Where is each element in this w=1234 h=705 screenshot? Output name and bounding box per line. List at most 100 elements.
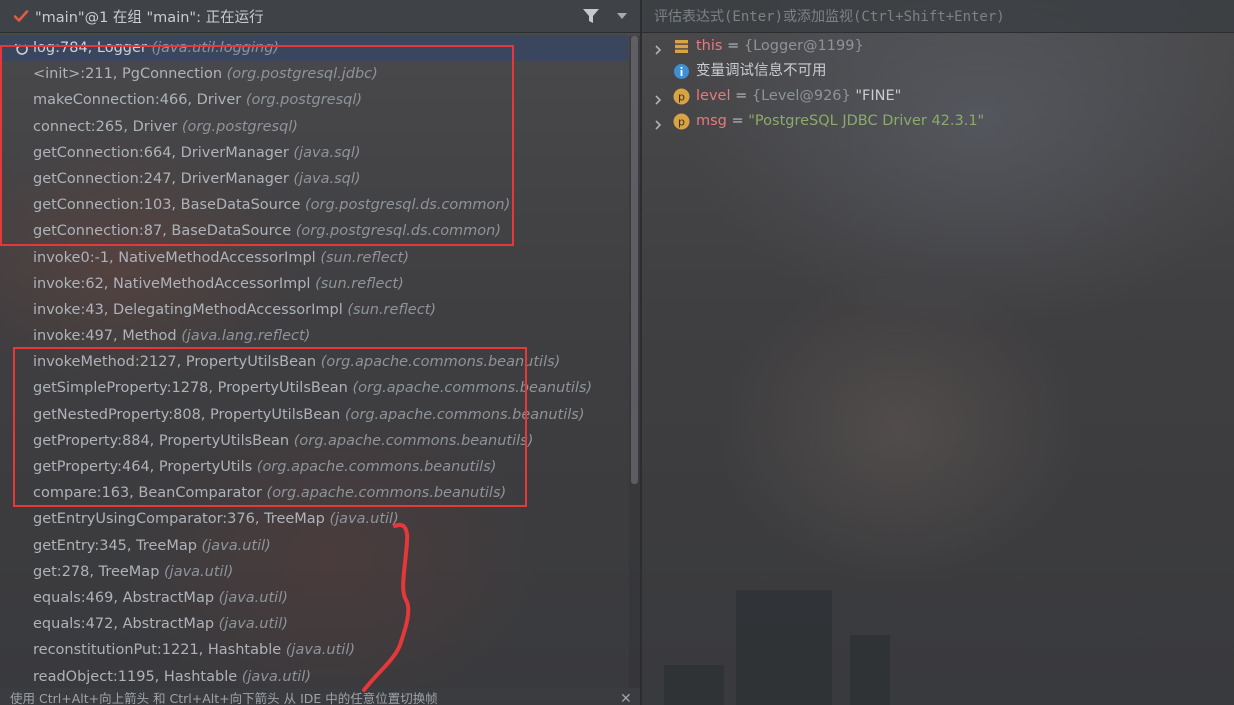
frame-method: getConnection:664, DriverManager (33, 144, 289, 161)
frame-row[interactable]: getEntryUsingComparator:376, TreeMap (ja… (0, 506, 628, 532)
frame-package: (org.apache.commons.beanutils) (266, 485, 507, 502)
frame-method: <init>:211, PgConnection (33, 66, 223, 83)
variable-name: msg (696, 113, 727, 129)
frame-package: (java.util.logging) (151, 40, 280, 56)
frame-row[interactable]: getConnection:664, DriverManager (java.s… (0, 140, 628, 166)
frame-row-current[interactable]: log:784, Logger (java.util.logging) (0, 35, 628, 62)
field-icon (673, 38, 690, 55)
variable-info-row: 变量调试信息不可用 (642, 59, 1234, 84)
frame-row[interactable]: readObject:1195, Hashtable (java.util) (0, 664, 628, 690)
parameter-icon: p (673, 113, 690, 130)
variable-name: level (696, 88, 731, 104)
frame-package: (org.apache.commons.beanutils) (293, 432, 534, 449)
frame-row[interactable]: getSimpleProperty:1278, PropertyUtilsBea… (0, 375, 628, 401)
frame-method: equals:469, AbstractMap (33, 589, 215, 606)
frame-package: (org.apache.commons.beanutils) (344, 406, 585, 423)
frame-package: (java.lang.reflect) (181, 328, 311, 345)
frame-method: reconstitutionPut:1221, Hashtable (33, 642, 282, 659)
frame-package: (org.postgresql.ds.common) (304, 197, 511, 214)
frame-method: readObject:1195, Hashtable (33, 668, 238, 685)
frame-package: (sun.reflect) (320, 249, 409, 266)
frame-row[interactable]: invokeMethod:2127, PropertyUtilsBean (or… (0, 349, 628, 375)
frame-row[interactable]: getProperty:884, PropertyUtilsBean (org.… (0, 428, 628, 454)
scrollbar-thumb[interactable] (631, 36, 638, 484)
frame-method: getConnection:247, DriverManager (33, 170, 289, 187)
frame-row[interactable]: equals:472, AbstractMap (java.util) (0, 611, 628, 637)
frame-row[interactable]: invoke0:-1, NativeMethodAccessorImpl (su… (0, 245, 628, 271)
variable-string-value: "PostgreSQL JDBC Driver 42.3.1" (748, 113, 985, 129)
info-icon (673, 63, 690, 80)
frame-method: invoke:62, NativeMethodAccessorImpl (33, 275, 311, 292)
frame-method: getProperty:884, PropertyUtilsBean (33, 432, 290, 449)
frame-row[interactable]: getEntry:345, TreeMap (java.util) (0, 533, 628, 559)
variable-row-this[interactable]: this = {Logger@1199} (642, 34, 1234, 59)
frame-row[interactable]: getConnection:103, BaseDataSource (org.p… (0, 192, 628, 218)
frame-package: (org.apache.commons.beanutils) (320, 354, 561, 371)
frame-package: (org.apache.commons.beanutils) (256, 459, 497, 475)
frame-method: getNestedProperty:808, PropertyUtilsBean (33, 406, 341, 423)
close-icon[interactable]: ✕ (620, 688, 632, 705)
frame-row[interactable]: invoke:43, DelegatingMethodAccessorImpl … (0, 297, 628, 323)
frame-row[interactable]: reconstitutionPut:1221, Hashtable (java.… (0, 637, 628, 663)
frame-switch-hint: 使用 Ctrl+Alt+向上箭头 和 Ctrl+Alt+向下箭头 从 IDE 中… (0, 688, 640, 705)
frame-row[interactable]: getConnection:87, BaseDataSource (org.po… (0, 218, 628, 244)
frame-row[interactable]: get:278, TreeMap (java.util) (0, 559, 628, 585)
check-icon (9, 4, 33, 28)
filter-icon[interactable] (580, 6, 602, 26)
frame-method: getEntryUsingComparator:376, TreeMap (33, 511, 325, 528)
variable-row-level[interactable]: p level = {Level@926} "FINE" (642, 84, 1234, 109)
frame-package: (sun.reflect) (315, 275, 404, 292)
variable-row-msg[interactable]: p msg = "PostgreSQL JDBC Driver 42.3.1" (642, 109, 1234, 134)
frame-row[interactable]: equals:469, AbstractMap (java.util) (0, 585, 628, 611)
frame-method: log:784, Logger (33, 40, 147, 56)
frame-package: (java.util) (285, 642, 356, 659)
frame-row[interactable]: makeConnection:466, Driver (org.postgres… (0, 87, 628, 113)
frame-row[interactable]: invoke:497, Method (java.lang.reflect) (0, 323, 628, 349)
frame-row[interactable]: <init>:211, PgConnection (org.postgresql… (0, 61, 628, 87)
frame-method: getProperty:464, PropertyUtils (33, 459, 253, 475)
variable-name: this (696, 38, 723, 54)
frame-method: invoke:497, Method (33, 328, 177, 345)
frame-package: (java.util) (218, 589, 288, 606)
thread-selector[interactable]: "main"@1 在组 "main": 正在运行 (0, 0, 640, 33)
frames-panel: "main"@1 在组 "main": 正在运行 log:784, Logger… (0, 0, 640, 705)
variables-tree: this = {Logger@1199} 变量调试信息不可用 p level =… (642, 34, 1234, 134)
variable-ref: {Logger@1199} (743, 38, 864, 54)
frame-package: (org.postgresql.ds.common) (295, 223, 502, 240)
frame-row[interactable]: invoke:62, NativeMethodAccessorImpl (sun… (0, 271, 628, 297)
chevron-right-icon[interactable] (652, 115, 664, 130)
evaluate-expression-input[interactable] (652, 6, 1226, 28)
frame-package: (java.util) (164, 563, 234, 580)
variable-value: "FINE" (850, 88, 902, 104)
frames-scrollbar[interactable] (629, 36, 640, 688)
evaluate-bar (642, 0, 1234, 33)
frame-row[interactable]: connect:265, Driver (org.postgresql) (0, 114, 628, 140)
frame-method: getConnection:87, BaseDataSource (33, 223, 292, 240)
frame-method: compare:163, BeanComparator (33, 485, 262, 502)
frame-package: (java.sql) (293, 170, 361, 187)
frame-method: invoke:43, DelegatingMethodAccessorImpl (33, 301, 343, 318)
frame-row[interactable]: compare:163, BeanComparator (org.apache.… (0, 480, 628, 506)
info-message: 变量调试信息不可用 (696, 63, 827, 79)
frame-package: (java.util) (218, 616, 288, 633)
frame-method: makeConnection:466, Driver (33, 92, 242, 109)
variable-equals: = (722, 38, 744, 54)
parameter-icon: p (673, 88, 690, 105)
frames-list: log:784, Logger (java.util.logging) <init… (0, 35, 628, 690)
chevron-right-icon[interactable] (652, 90, 664, 105)
frame-row[interactable]: getNestedProperty:808, PropertyUtilsBean… (0, 402, 628, 428)
frame-row[interactable]: getProperty:464, PropertyUtils (org.apac… (0, 454, 628, 480)
frame-method: get:278, TreeMap (33, 563, 160, 580)
frame-method: invokeMethod:2127, PropertyUtilsBean (33, 354, 317, 371)
frame-row[interactable]: getConnection:247, DriverManager (java.s… (0, 166, 628, 192)
chevron-right-icon[interactable] (652, 40, 664, 55)
chevron-down-icon[interactable] (614, 10, 630, 22)
frame-package: (org.postgresql) (181, 118, 298, 135)
thread-title: "main"@1 在组 "main": 正在运行 (35, 9, 264, 26)
return-arrow-icon (13, 40, 29, 56)
frame-package: (org.postgresql) (245, 92, 363, 109)
frame-package: (sun.reflect) (347, 301, 437, 318)
frame-package: (java.sql) (293, 144, 361, 161)
frame-method: getEntry:345, TreeMap (33, 537, 197, 554)
frame-package: (java.util) (241, 668, 311, 685)
